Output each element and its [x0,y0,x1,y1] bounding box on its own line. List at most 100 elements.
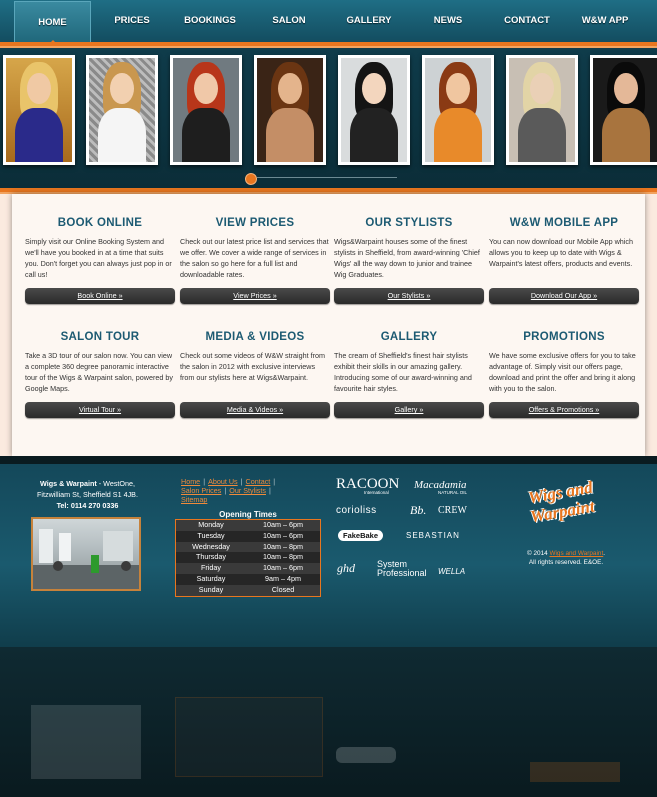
footer-link-our-stylists[interactable]: Our Stylists [229,486,266,495]
crew-logo: CREW [438,505,467,516]
footer-link-home[interactable]: Home [181,477,200,486]
virtual-tour-button[interactable]: Virtual Tour » [25,402,175,418]
carousel-photo[interactable] [3,55,75,165]
nav-prices[interactable]: PRICES [97,0,167,42]
hours-time: 9am – 4pm [265,573,301,583]
footer-link-sitemap[interactable]: Sitemap [181,495,207,504]
hours-row: Sunday Closed [176,584,320,596]
media-videos-button[interactable]: Media & Videos » [180,402,330,418]
hours-row: Wednesday 10am – 8pm [176,541,320,553]
hours-day: Friday [201,563,221,573]
hours-time: 10am – 6pm [263,530,303,540]
card-text: The cream of Sheffield's finest hair sty… [334,351,472,393]
system-professional-logo: Professional [377,568,427,578]
card-text: Simply visit our Online Booking System a… [25,237,172,279]
carousel-photo[interactable] [506,55,578,165]
footer-links: Home | About Us | Contact | Salon Prices | Our … [181,477,276,504]
footer-link-contact[interactable]: Contact [246,477,271,486]
hours-day: Monday [198,520,224,529]
copyright-link[interactable]: Wigs and Warpaint [549,550,603,557]
nav-bookings[interactable]: BOOKINGS [174,0,246,42]
card-promotions: PROMOTIONS We have some exclusive offers… [489,331,639,418]
card-title: OUR STYLISTS [365,217,453,229]
carousel-photo[interactable] [86,55,158,165]
nav-gallery[interactable]: GALLERY [333,0,405,42]
book-online-button[interactable]: Book Online » [25,288,175,304]
card-title: W&W MOBILE APP [509,217,619,229]
download-app-button[interactable]: Download Our App » [489,288,639,304]
carousel-photo[interactable] [170,55,242,165]
hours-day: Wednesday [192,541,230,551]
panel-left-edge [0,194,12,456]
card-our-stylists: OUR STYLISTS Wigs&Warpaint houses some o… [334,217,484,304]
gallery-button[interactable]: Gallery » [334,402,484,418]
copyright: © 2014 Wigs and Warpaint. All rights res… [526,550,605,566]
hours-day: Saturday [196,573,226,583]
hours-day: Tuesday [197,530,225,540]
address-line2: Fitzwilliam St, Sheffield S1 4JB. [37,490,138,499]
opening-times-table: Monday 10am – 6pm Tuesday 10am – 6pm Wedne… [175,519,321,597]
footer-reflection [0,647,657,797]
card-title: GALLERY [380,331,438,343]
copyright-prefix: © 2014 [526,550,548,557]
nav-salon[interactable]: SALON [253,0,325,42]
hours-day: Sunday [198,584,224,594]
card-mobile-app: W&W MOBILE APP You can now download our … [489,217,639,304]
footer-link-about[interactable]: About Us [208,477,238,486]
wigs-and-warpaint-logo[interactable]: Wigs and Warpaint [524,477,644,527]
nav-contact[interactable]: CONTACT [490,0,564,42]
card-text: Check out our latest price list and serv… [180,237,329,279]
tel-number: 0114 270 0336 [70,501,119,510]
hours-row: Friday 10am – 6pm [176,563,320,574]
main-nav: HOME PRICES BOOKINGS SALON GALLERY NEWS … [0,0,657,46]
card-text: You can now download our Mobile App whic… [489,237,633,268]
card-title: BOOK ONLINE [57,217,143,229]
nav-news[interactable]: NEWS [412,0,484,42]
salon-address: Wigs & Warpaint - WestOne, Fitzwilliam S… [30,478,145,511]
racoon-logo-sub: International [364,490,389,495]
nav-ww-app[interactable]: W&W APP [568,0,642,42]
card-text: Take a 3D tour of our salon now. You can… [25,351,173,393]
card-text: Check out some videos of W&W straight fr… [180,351,325,382]
address-line1: - WestOne, [96,479,135,488]
wella-logo: WELLA [438,567,466,576]
hours-row: Monday 10am – 6pm [176,520,320,531]
offers-promotions-button[interactable]: Offers & Promotions » [489,402,639,418]
nav-home[interactable]: HOME [14,1,91,46]
card-title: VIEW PRICES [215,217,295,229]
content-panel: BOOK ONLINE Simply visit our Online Book… [12,194,645,456]
hours-time: Closed [271,584,295,594]
salon-interior-photo[interactable] [31,517,141,591]
footer-link-salon-prices[interactable]: Salon Prices [181,486,221,495]
panel-bottom-shadow [0,456,657,464]
macadamia-logo-sub: NATURAL OIL [438,490,468,495]
hours-day: Thursday [196,552,226,562]
our-stylists-button[interactable]: Our Stylists » [334,288,484,304]
fakebake-logo: FakeBake [338,530,384,541]
card-text: We have some exclusive offers for you to… [489,351,636,393]
card-salon-tour: SALON TOUR Take a 3D tour of our salon n… [25,331,175,418]
hours-row: Thursday 10am – 8pm [176,552,320,564]
card-title: SALON TOUR [60,331,140,343]
opening-times-title: Opening Times [219,510,277,519]
sebastian-logo: SEBASTIAN [406,531,460,540]
hours-time: 10am – 6pm [263,520,303,529]
carousel-photo[interactable] [590,55,657,165]
address-name: Wigs & Warpaint [40,479,97,488]
card-book-online: BOOK ONLINE Simply visit our Online Book… [25,217,175,304]
view-prices-button[interactable]: View Prices » [180,288,330,304]
copyright-line2: All rights reserved. E&OE. [528,558,604,566]
card-media-videos: MEDIA & VIDEOS Check out some videos of … [180,331,330,418]
card-title: PROMOTIONS [523,331,605,343]
photo-carousel [0,48,657,188]
carousel-slider-track[interactable] [257,177,397,178]
carousel-photo[interactable] [422,55,494,165]
card-title: MEDIA & VIDEOS [205,331,305,343]
hours-time: 10am – 6pm [263,563,303,573]
carousel-slider-handle[interactable] [245,173,257,185]
carousel-photo[interactable] [338,55,410,165]
carousel-photo[interactable] [254,55,326,165]
card-view-prices: VIEW PRICES Check out our latest price l… [180,217,330,304]
ghd-logo: ghd [337,561,355,575]
card-text: Wigs&Warpaint houses some of the finest … [334,237,480,279]
